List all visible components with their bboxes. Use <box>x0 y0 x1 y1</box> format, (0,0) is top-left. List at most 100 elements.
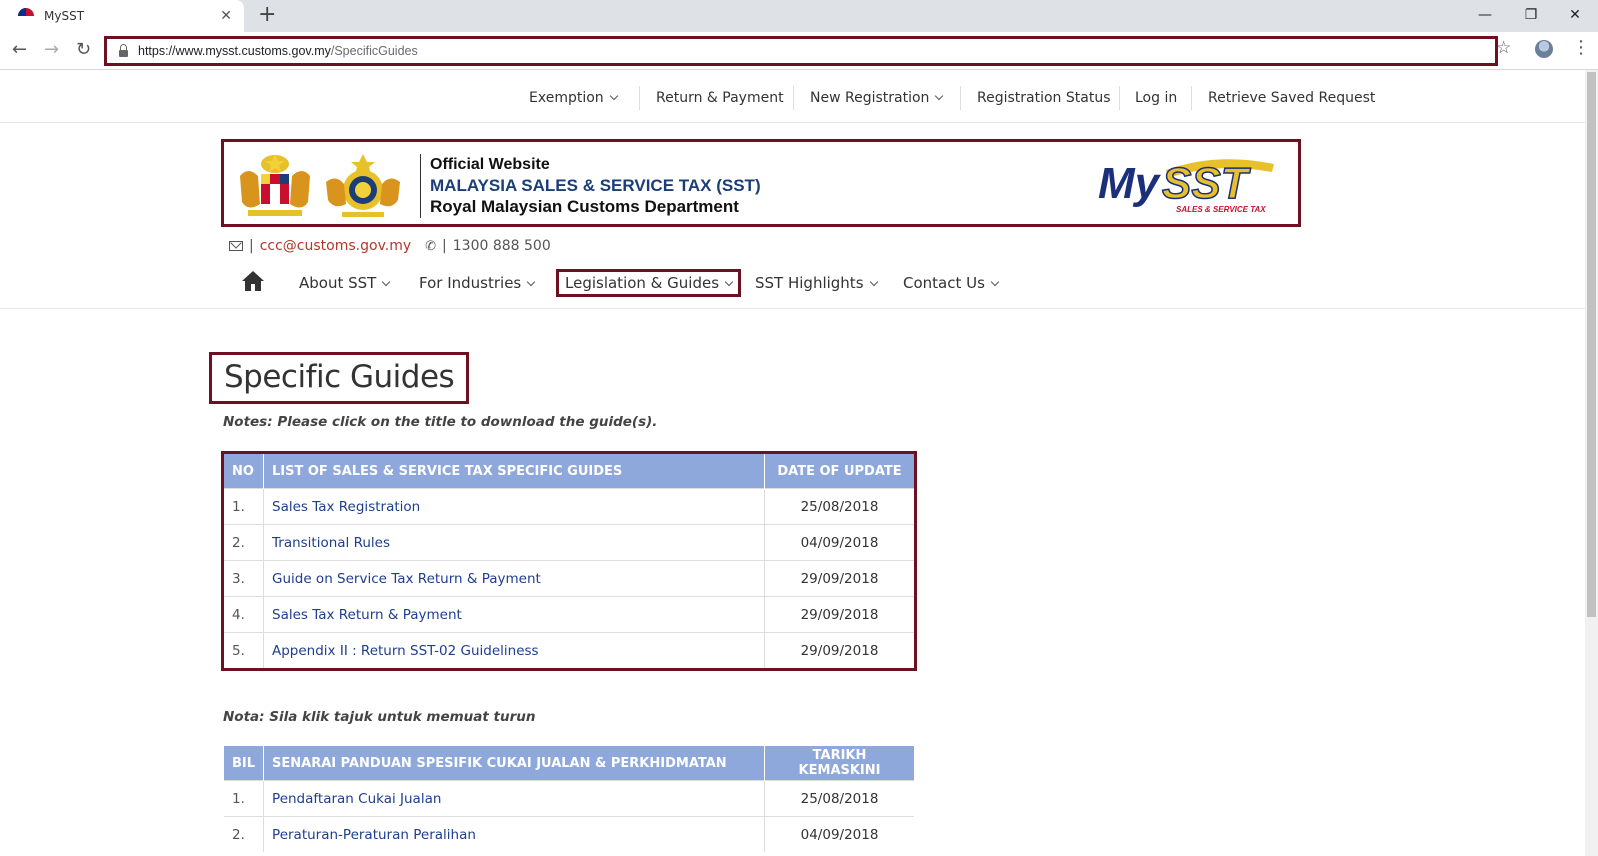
divider <box>793 86 794 110</box>
profile-avatar[interactable] <box>1535 40 1553 58</box>
address-bar[interactable]: https://www.mysst.customs.gov.my/Specifi… <box>104 36 1498 66</box>
nav-contact-us[interactable]: Contact Us <box>903 274 1000 292</box>
page-title-box: Specific Guides <box>209 352 470 404</box>
divider <box>639 86 640 110</box>
row-number: 1. <box>224 488 264 525</box>
row-number: 5. <box>224 632 264 668</box>
nav-new-registration[interactable]: New Registration <box>810 90 944 106</box>
table-header-row: NO LIST OF SALES & SERVICE TAX SPECIFIC … <box>224 454 914 489</box>
table-row: 5. Appendix II : Return SST-02 Guidelines… <box>224 632 914 668</box>
forward-button[interactable]: → <box>44 39 59 60</box>
update-date: 25/08/2018 <box>764 488 914 525</box>
banner-title-block: Official Website MALAYSIA SALES & SERVIC… <box>430 154 761 217</box>
customs-emblem-icon <box>326 154 400 217</box>
svg-text:SST: SST <box>1162 159 1251 208</box>
guide-download-link[interactable]: Guide on Service Tax Return & Payment <box>272 571 541 587</box>
browser-tab[interactable]: MySST ✕ <box>0 0 244 32</box>
table-header-row: BIL SENARAI PANDUAN SPESIFIK CUKAI JUALA… <box>224 746 915 781</box>
bookmark-star-icon[interactable]: ☆ <box>1496 38 1511 58</box>
guide-download-link[interactable]: Sales Tax Registration <box>272 499 420 515</box>
guide-title-cell: Guide on Service Tax Return & Payment <box>263 560 765 597</box>
back-button[interactable]: ← <box>12 39 27 60</box>
scrollbar-thumb[interactable] <box>1587 72 1596 617</box>
divider <box>1119 86 1120 110</box>
table-row: 1. Sales Tax Registration 25/08/2018 <box>224 488 914 525</box>
svg-text:SALES & SERVICE TAX: SALES & SERVICE TAX <box>1176 205 1266 214</box>
window-close-button[interactable]: ✕ <box>1552 0 1598 30</box>
svg-text:My: My <box>1098 159 1162 208</box>
url-text[interactable]: https://www.mysst.customs.gov.my/Specifi… <box>138 44 418 58</box>
nav-for-industries[interactable]: For Industries <box>419 274 536 292</box>
row-number: 2. <box>224 816 265 852</box>
chevron-down-icon <box>609 91 618 101</box>
chevron-down-icon <box>724 277 734 287</box>
malaysia-flag-icon <box>18 8 34 24</box>
contact-bar: | ccc@customs.gov.my ✆ | 1300 888 500 <box>229 238 551 254</box>
tab-close-icon[interactable]: ✕ <box>220 8 232 24</box>
divider <box>1191 86 1192 110</box>
guide-title-cell: Transitional Rules <box>263 524 765 561</box>
guide-title-cell: Appendix II : Return SST-02 Guideliness <box>263 632 765 668</box>
col-title: SENARAI PANDUAN SPESIFIK CUKAI JUALAN & … <box>263 746 766 781</box>
nav-sst-highlights[interactable]: SST Highlights <box>755 274 878 292</box>
mysst-logo[interactable]: My SST SALES & SERVICE TAX <box>1096 152 1278 216</box>
guide-download-link[interactable]: Sales Tax Return & Payment <box>272 607 462 623</box>
chevron-down-icon <box>527 277 536 287</box>
minimize-button[interactable]: — <box>1462 0 1508 30</box>
browser-toolbar: ← → ↻ https://www.mysst.customs.gov.my/S… <box>0 32 1598 70</box>
update-date: 25/08/2018 <box>764 780 915 817</box>
row-number: 4. <box>224 596 264 633</box>
tab-title: MySST <box>44 9 85 23</box>
guide-download-link[interactable]: Peraturan-Peraturan Peralihan <box>272 827 476 843</box>
chevron-down-icon <box>990 277 1000 287</box>
col-bil: BIL <box>224 746 265 781</box>
nav-return-payment[interactable]: Return & Payment <box>656 90 784 106</box>
restore-button[interactable]: ❐ <box>1508 0 1554 30</box>
nav-retrieve-saved-request[interactable]: Retrieve Saved Request <box>1208 90 1375 106</box>
update-date: 29/09/2018 <box>764 560 914 597</box>
guides-table-english: NO LIST OF SALES & SERVICE TAX SPECIFIC … <box>221 451 917 671</box>
page-scrollbar[interactable] <box>1585 70 1598 856</box>
table-row: 3. Guide on Service Tax Return & Payment 2… <box>224 560 914 597</box>
guide-download-link[interactable]: Appendix II : Return SST-02 Guideliness <box>272 643 539 659</box>
guide-title-cell: Sales Tax Return & Payment <box>263 596 765 633</box>
guide-title-cell: Peraturan-Peraturan Peralihan <box>263 816 766 852</box>
guide-download-link[interactable]: Transitional Rules <box>272 535 390 551</box>
table-row: 2. Peraturan-Peraturan Peralihan 04/09/201… <box>224 816 915 852</box>
main-nav: About SST For Industries Legislation & G… <box>0 264 1585 309</box>
guide-title-cell: Sales Tax Registration <box>263 488 765 525</box>
update-date: 04/09/2018 <box>764 816 915 852</box>
site-banner: Official Website MALAYSIA SALES & SERVIC… <box>221 139 1301 227</box>
browser-menu-icon[interactable]: ⋮ <box>1572 37 1590 58</box>
note-malay: Nota: Sila klik tajuk untuk memuat turun <box>223 709 536 725</box>
col-title: LIST OF SALES & SERVICE TAX SPECIFIC GUI… <box>263 454 765 489</box>
update-date: 04/09/2018 <box>764 524 914 561</box>
row-number: 3. <box>224 560 264 597</box>
col-date: DATE OF UPDATE <box>764 454 914 489</box>
home-icon[interactable] <box>241 270 265 292</box>
table-row: 4. Sales Tax Return & Payment 29/09/2018 <box>224 596 914 633</box>
new-tab-button[interactable]: + <box>258 2 276 27</box>
row-number: 1. <box>224 780 265 817</box>
banner-line-customs: Royal Malaysian Customs Department <box>430 197 739 216</box>
email-link[interactable]: ccc@customs.gov.my <box>260 238 411 254</box>
nav-login[interactable]: Log in <box>1135 90 1177 106</box>
guide-download-link[interactable]: Pendaftaran Cukai Jualan <box>272 791 441 807</box>
nav-legislation-guides[interactable]: Legislation & Guides <box>556 269 742 297</box>
table-row: 1. Pendaftaran Cukai Jualan 25/08/2018 <box>224 780 915 817</box>
update-date: 29/09/2018 <box>764 632 914 668</box>
nav-registration-status[interactable]: Registration Status <box>977 90 1111 106</box>
separator: | <box>249 238 254 254</box>
row-number: 2. <box>224 524 264 561</box>
reload-button[interactable]: ↻ <box>76 39 91 60</box>
separator: | <box>442 238 447 254</box>
guides-table-malay: BIL SENARAI PANDUAN SPESIFIK CUKAI JUALA… <box>224 746 915 852</box>
nav-exemption[interactable]: Exemption <box>529 90 618 106</box>
table-row: 2. Transitional Rules 04/09/2018 <box>224 524 914 561</box>
chevron-down-icon <box>869 277 878 287</box>
chevron-down-icon <box>935 91 944 101</box>
phone-icon: ✆ <box>425 238 437 254</box>
top-utility-nav: Exemption Return & Payment New Registrat… <box>0 70 1585 123</box>
nav-about-sst[interactable]: About SST <box>299 274 391 292</box>
banner-line-sst: MALAYSIA SALES & SERVICE TAX (SST) <box>430 176 761 195</box>
